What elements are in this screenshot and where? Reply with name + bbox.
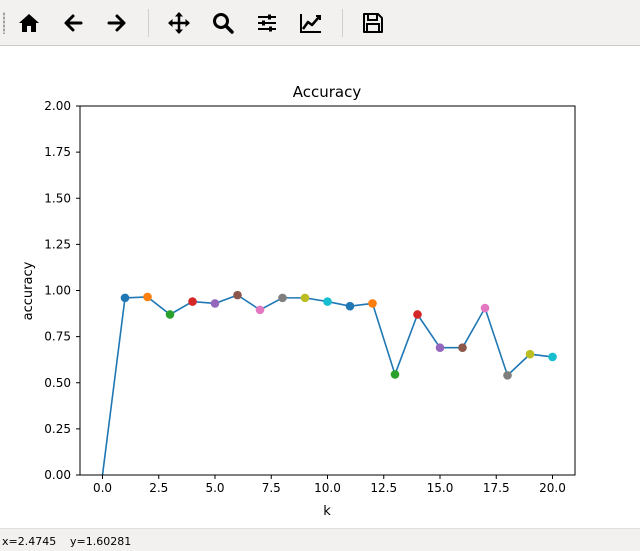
back-button[interactable] xyxy=(55,5,91,41)
data-point xyxy=(143,292,152,302)
figure-background xyxy=(0,46,640,528)
cursor-y-readout: y=1.60281 xyxy=(70,535,132,548)
data-point xyxy=(233,290,242,300)
y-tick-label: 0.50 xyxy=(44,376,71,390)
forward-button[interactable] xyxy=(99,5,135,41)
data-point xyxy=(390,370,400,379)
x-tick-label: 0.0 xyxy=(93,481,112,495)
save-button[interactable] xyxy=(355,5,391,41)
zoom-icon xyxy=(213,13,234,34)
save-icon xyxy=(363,13,383,33)
arrow-right-icon xyxy=(107,14,126,32)
y-tick-label: 0.75 xyxy=(44,330,71,344)
home-button[interactable] xyxy=(11,5,47,41)
arrow-left-icon xyxy=(64,14,83,32)
x-tick-label: 20.0 xyxy=(539,481,566,495)
x-tick-label: 2.5 xyxy=(149,481,168,495)
x-tick-label: 7.5 xyxy=(262,481,281,495)
line-chart-icon xyxy=(300,14,321,33)
data-point xyxy=(345,301,355,311)
status-bar: x=2.4745 y=1.60281 xyxy=(0,528,640,551)
data-point xyxy=(503,371,512,380)
y-tick-label: 0.00 xyxy=(44,468,71,482)
toolbar-separator xyxy=(148,9,149,37)
x-tick-label: 10.0 xyxy=(314,481,341,495)
data-point xyxy=(435,343,445,352)
data-point xyxy=(480,303,490,313)
customize-button[interactable] xyxy=(293,5,329,41)
data-point xyxy=(413,310,422,319)
data-point xyxy=(548,352,557,362)
navigation-toolbar xyxy=(0,0,640,46)
y-tick-label: 1.50 xyxy=(44,191,71,205)
data-point xyxy=(188,297,197,306)
data-point xyxy=(120,293,130,303)
y-axis-label: accuracy xyxy=(21,261,36,320)
figure-canvas[interactable]: Accuracy k accuracy 0.0 2.5 5.0 7.5 10.0 12.5… xyxy=(0,46,640,528)
data-point xyxy=(278,293,287,303)
data-point xyxy=(323,297,332,306)
accuracy-chart: Accuracy k accuracy 0.0 2.5 5.0 7.5 10.0 12.5… xyxy=(0,46,640,528)
data-point xyxy=(368,299,377,308)
data-point xyxy=(210,299,220,308)
chart-title: Accuracy xyxy=(293,83,362,101)
y-tick-label: 1.25 xyxy=(44,237,71,251)
data-point xyxy=(525,349,535,359)
y-tick-label: 0.25 xyxy=(44,422,71,436)
x-tick-label: 5.0 xyxy=(205,481,224,495)
y-tick-label: 1.75 xyxy=(44,145,71,159)
toolbar-grip[interactable] xyxy=(3,12,5,34)
data-point xyxy=(300,293,310,303)
y-tick-label: 1.00 xyxy=(44,284,71,298)
home-icon xyxy=(19,14,39,32)
data-point xyxy=(165,310,175,319)
data-point xyxy=(458,343,467,352)
toolbar-separator xyxy=(342,9,343,37)
x-axis-label: k xyxy=(323,504,331,519)
x-tick-label: 12.5 xyxy=(370,481,397,495)
pan-button[interactable] xyxy=(161,5,197,41)
zoom-button[interactable] xyxy=(205,5,241,41)
move-icon xyxy=(168,12,190,34)
data-point xyxy=(255,305,265,315)
cursor-x-readout: x=2.4745 xyxy=(2,535,57,548)
subplots-button[interactable] xyxy=(249,5,285,41)
x-tick-label: 17.5 xyxy=(483,481,510,495)
x-tick-label: 15.0 xyxy=(427,481,454,495)
sliders-icon xyxy=(258,14,276,32)
y-tick-label: 2.00 xyxy=(44,99,71,113)
